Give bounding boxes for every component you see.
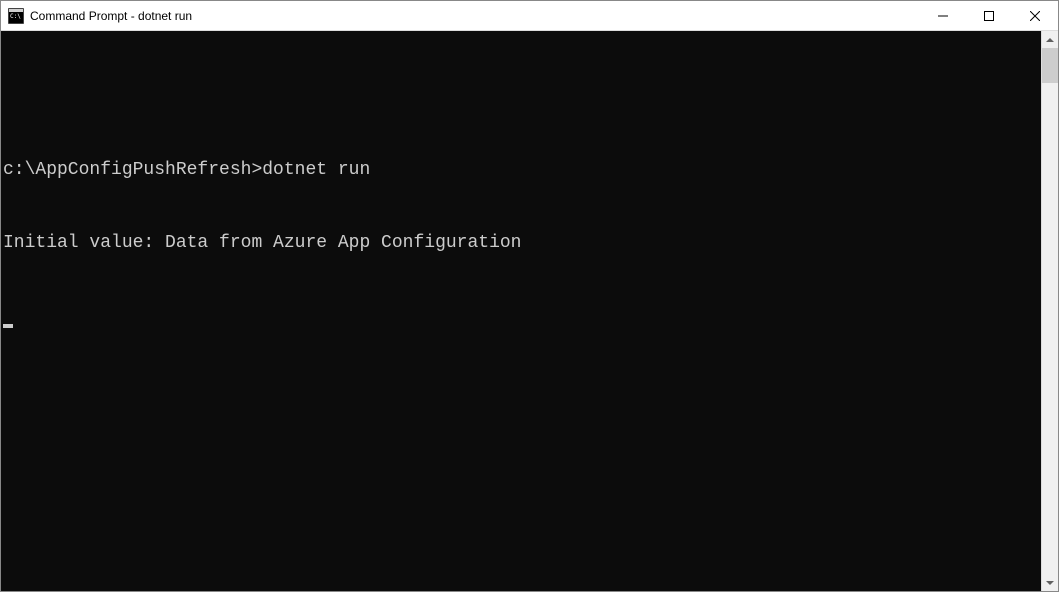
- prompt-path: c:\AppConfigPushRefresh>: [3, 160, 262, 180]
- close-button[interactable]: [1012, 1, 1058, 30]
- svg-text:C:\: C:\: [10, 13, 21, 20]
- terminal-area[interactable]: c:\AppConfigPushRefresh>dotnet run Initi…: [1, 31, 1041, 591]
- chevron-up-icon: [1046, 38, 1054, 42]
- window-controls: [920, 1, 1058, 30]
- terminal-output-line: Initial value: Data from Azure App Confi…: [3, 231, 1041, 255]
- prompt-command: dotnet run: [262, 160, 370, 180]
- scrollbar-thumb[interactable]: [1042, 48, 1058, 83]
- window-titlebar[interactable]: C:\ Command Prompt - dotnet run: [1, 1, 1058, 31]
- cmd-icon: C:\: [8, 8, 24, 24]
- chevron-down-icon: [1046, 581, 1054, 585]
- minimize-button[interactable]: [920, 1, 966, 30]
- scrollbar-down-button[interactable]: [1042, 574, 1058, 591]
- scrollbar-up-button[interactable]: [1042, 31, 1058, 48]
- vertical-scrollbar[interactable]: [1041, 31, 1058, 591]
- maximize-button[interactable]: [966, 1, 1012, 30]
- terminal-cursor: [3, 304, 1041, 328]
- window-title: Command Prompt - dotnet run: [30, 9, 920, 23]
- terminal-prompt-line: c:\AppConfigPushRefresh>dotnet run: [3, 158, 1041, 182]
